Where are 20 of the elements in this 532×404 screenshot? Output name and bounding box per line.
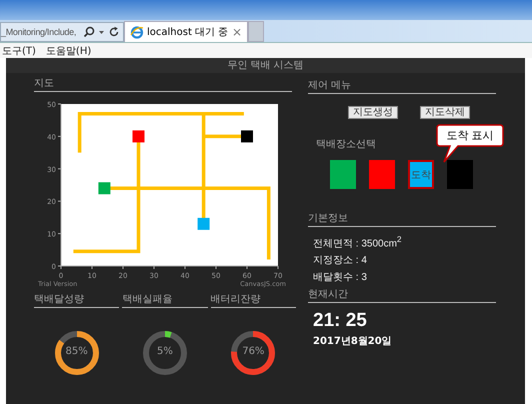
section-heading: 현재시간 [308, 287, 496, 304]
section-heading: 제어 메뉴 [308, 78, 496, 94]
section-heading: 기본정보 [308, 211, 496, 227]
gauge-reading: 85% [64, 346, 89, 357]
info-text: 지정장소 : 4 [313, 254, 368, 268]
address-text: _Monitoring/Include, [1, 27, 78, 37]
gauge-reading: 5% [156, 346, 174, 357]
callout-bubble: 도착 표시 [436, 124, 504, 164]
clock-date: 2017년8월20일 [313, 335, 393, 348]
gauge-reading: 76% [241, 346, 266, 357]
section-heading: 지도 [34, 76, 292, 92]
info-text: 전체면적 : 3500cm$^{2}$ [313, 234, 403, 250]
gauge-heading: 택배실패율 [122, 292, 208, 308]
info-text: 배달횟수 : 3 [313, 271, 368, 284]
app-title: 무인 택배 시스템 [6, 58, 525, 73]
tab-title: localhost 대기 중 [147, 26, 229, 39]
gauge-heading: 택배달성량 [34, 292, 120, 308]
gauge-heading: 배터리잔량 [210, 292, 296, 308]
place-select-label: 택배장소선택 [316, 138, 377, 151]
clock-time: 21: 25 [313, 310, 368, 332]
